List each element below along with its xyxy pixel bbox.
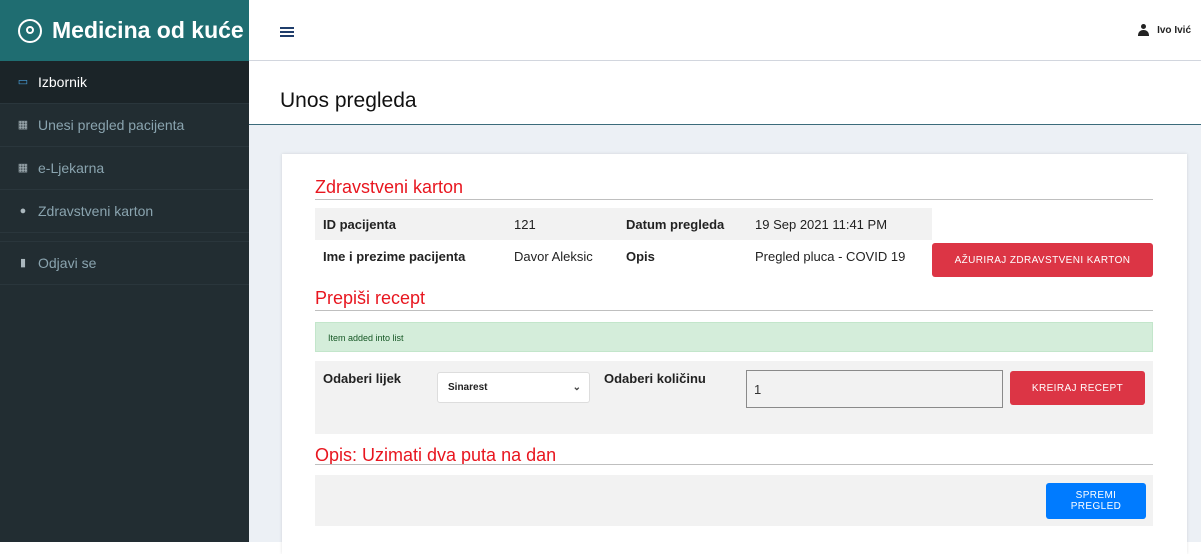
user-icon: [1138, 24, 1150, 36]
record-section-title: Zdravstveni karton: [315, 177, 464, 197]
table-row: Ime i prezime pacijenta Davor Aleksic Op…: [315, 240, 932, 272]
create-prescription-button[interactable]: KREIRAJ RECEPT: [1010, 371, 1145, 405]
user-name: Ivo Ivić: [1157, 24, 1191, 36]
prescription-section-title: Prepiši recept: [315, 288, 426, 308]
monitor-icon: ▭: [17, 76, 29, 88]
date-value: 19 Sep 2021 11:41 PM: [747, 208, 932, 240]
brand[interactable]: Medicina od kuće: [0, 0, 249, 61]
page-title: Unos pregleda: [280, 89, 417, 112]
file-icon: ▮: [19, 257, 27, 269]
save-panel: SPREMI PREGLED: [315, 475, 1153, 526]
desc-value: Pregled pluca - COVID 19: [755, 248, 906, 264]
sidebar-divider: [0, 233, 249, 242]
sidebar-item-e-ljekarna[interactable]: ▦ e-Ljekarna: [0, 147, 249, 190]
grid-icon: ▦: [17, 162, 29, 174]
sidebar-item-unesi-pregled[interactable]: ▦ Unesi pregled pacijenta: [0, 104, 249, 147]
section-divider: [315, 199, 1153, 200]
section-divider: [315, 464, 1153, 465]
logo-icon: [18, 18, 42, 43]
id-label: ID pacijenta: [315, 208, 506, 240]
drug-label: Odaberi lijek: [323, 371, 402, 386]
car-icon: ●: [19, 205, 27, 217]
sidebar-item-label: e-Ljekarna: [38, 160, 105, 176]
note-title: Opis: Uzimati dva puta na dan: [315, 445, 557, 465]
prescription-form: Odaberi lijek Sinarest ⌄ Odaberi količin…: [315, 361, 1153, 434]
sidebar-item-label: Odjavi se: [38, 255, 97, 271]
sidebar-item-izbornik[interactable]: ▭ Izbornik: [0, 61, 249, 104]
sidebar-item-zdravstveni-karton[interactable]: ● Zdravstveni karton: [0, 190, 249, 233]
quantity-value: 1: [754, 382, 762, 397]
date-label: Datum pregleda: [618, 208, 747, 240]
drug-selected: Sinarest: [448, 382, 488, 393]
qty-label: Odaberi količinu: [604, 371, 706, 386]
id-value: 121: [506, 208, 618, 240]
grid-icon: ▦: [17, 119, 29, 131]
hamburger-icon[interactable]: [280, 27, 294, 39]
sidebar: Medicina od kuće ▭ Izbornik ▦ Unesi preg…: [0, 0, 249, 542]
user-menu[interactable]: Ivo Ivić: [1138, 24, 1191, 36]
brand-title: Medicina od kuće: [52, 17, 244, 43]
name-value: Davor Aleksic: [514, 248, 593, 264]
drug-select[interactable]: Sinarest ⌄: [437, 372, 590, 403]
chevron-down-icon: ⌄: [572, 382, 581, 393]
quantity-input[interactable]: 1: [746, 370, 1003, 408]
page-header: Unos pregleda: [249, 61, 1201, 125]
exam-card: Zdravstveni karton ID pacijenta 121 Datu…: [282, 154, 1187, 554]
save-exam-button[interactable]: SPREMI PREGLED: [1046, 483, 1146, 519]
topbar: Ivo Ivić: [249, 0, 1201, 61]
section-divider: [315, 310, 1153, 311]
name-label: Ime i prezime pacijenta: [323, 248, 466, 264]
sidebar-item-odjavi-se[interactable]: ▮ Odjavi se: [0, 242, 249, 285]
sidebar-item-label: Izbornik: [38, 74, 88, 90]
sidebar-item-label: Zdravstveni karton: [38, 203, 154, 219]
sidebar-item-label: Unesi pregled pacijenta: [38, 117, 185, 133]
desc-label: Opis: [626, 248, 655, 264]
update-record-button[interactable]: AŽURIRAJ ZDRAVSTVENI KARTON: [932, 243, 1153, 277]
record-table: ID pacijenta 121 Datum pregleda 19 Sep 2…: [315, 208, 932, 272]
success-alert: Item added into list: [315, 322, 1153, 352]
table-row: ID pacijenta 121 Datum pregleda 19 Sep 2…: [315, 208, 932, 240]
